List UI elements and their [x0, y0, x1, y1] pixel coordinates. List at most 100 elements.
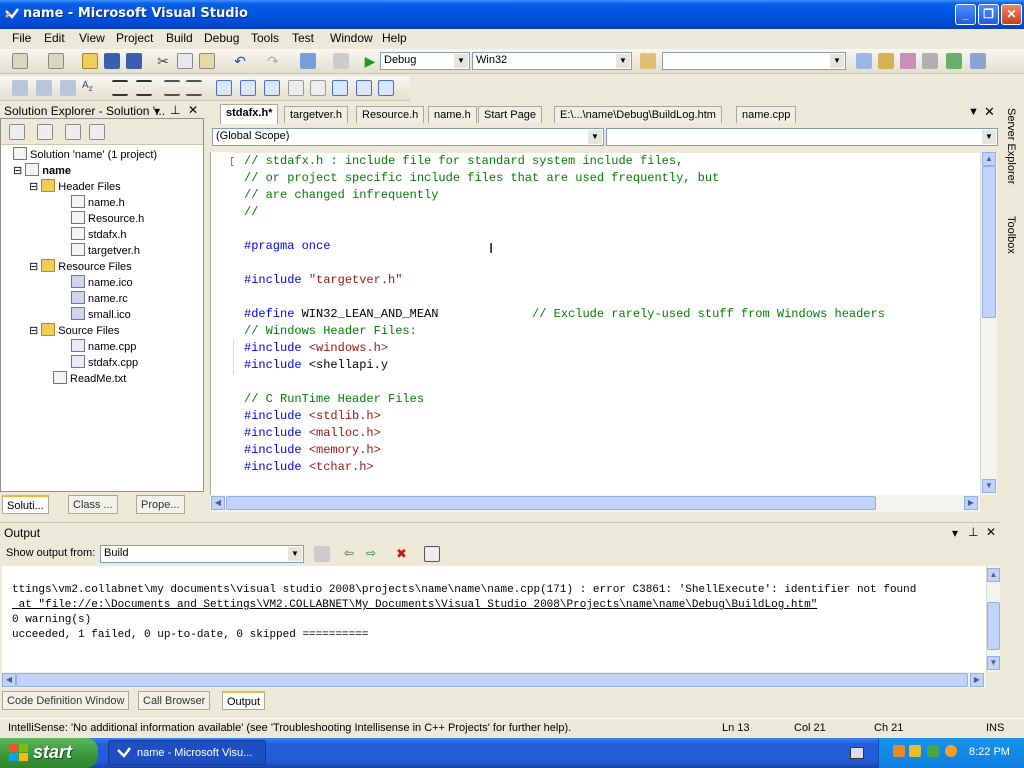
editor-horizontal-scrollbar[interactable]: ◀ ▶	[210, 495, 980, 512]
output-source-select[interactable]: Build ▼	[100, 545, 304, 563]
add-item-icon[interactable]	[48, 53, 64, 69]
previous-bookmark-doc-icon[interactable]	[332, 80, 348, 96]
tree-item-resource-files[interactable]: ⊟ Resource Files	[29, 259, 132, 275]
decrease-indent-icon[interactable]	[112, 80, 128, 96]
undo-icon[interactable]: ↶	[232, 53, 248, 69]
menu-build[interactable]: Build	[164, 31, 195, 45]
comment-lines-icon[interactable]	[164, 80, 180, 96]
scope-select[interactable]: (Global Scope) ▼	[212, 128, 604, 146]
next-bookmark-doc-icon[interactable]	[356, 80, 372, 96]
clock[interactable]: 8:22 PM	[969, 746, 1010, 758]
open-file-icon[interactable]	[82, 53, 98, 69]
minimize-button[interactable]: _	[955, 4, 976, 25]
clear-bookmarks-icon[interactable]	[378, 80, 394, 96]
toolbox-icon[interactable]	[922, 53, 938, 69]
tree-item-project[interactable]: ⊟ name	[13, 163, 71, 179]
toggle-word-wrap-icon[interactable]	[424, 546, 440, 562]
save-icon[interactable]	[104, 53, 120, 69]
menu-project[interactable]: Project	[114, 31, 155, 45]
pin-icon[interactable]: ⊥	[170, 103, 180, 117]
tree-item-readme[interactable]: ReadMe.txt	[53, 371, 126, 387]
dropdown-icon[interactable]: ▾	[154, 104, 160, 118]
tab-output[interactable]: Output	[222, 691, 266, 710]
tree-item-resource-h[interactable]: Resource.h	[71, 211, 144, 227]
tab-properties[interactable]: Prope...	[136, 495, 185, 514]
code-editor[interactable]: // stdafx.h : include file for standard …	[234, 153, 980, 495]
tab-name-cpp[interactable]: name.cpp	[736, 106, 797, 123]
tree-item-name-h[interactable]: name.h	[71, 195, 125, 211]
solution-explorer-icon[interactable]	[878, 53, 894, 69]
scroll-thumb[interactable]	[982, 166, 996, 318]
scroll-thumb[interactable]	[16, 673, 968, 687]
tree-item-name-rc[interactable]: name.rc	[71, 291, 128, 307]
menu-file[interactable]: File	[10, 31, 33, 45]
tab-call-browser[interactable]: Call Browser	[138, 691, 211, 710]
tree-item-small-ico[interactable]: small.ico	[71, 307, 131, 323]
menu-window[interactable]: Window	[328, 31, 375, 45]
output-vertical-scrollbar[interactable]: ▲ ▼	[986, 566, 1000, 672]
tree-item-header-files[interactable]: ⊟ Header Files	[29, 179, 121, 195]
tab-resource-h[interactable]: Resource.h	[356, 106, 425, 123]
security-shield-icon[interactable]	[909, 745, 921, 757]
redo-icon[interactable]: ↷	[265, 53, 281, 69]
copy-icon[interactable]	[177, 53, 193, 69]
find-message-icon[interactable]	[314, 546, 330, 562]
more-windows-icon[interactable]	[970, 53, 986, 69]
scroll-right-icon[interactable]: ▶	[964, 496, 978, 510]
refresh-icon[interactable]	[65, 124, 81, 140]
new-project-icon[interactable]	[12, 53, 28, 69]
title-bar[interactable]: name - Microsoft Visual Studio _ ❐ ✕	[0, 0, 1024, 29]
find-in-files-icon[interactable]	[640, 53, 656, 69]
network-icon[interactable]	[893, 745, 905, 757]
display-object-member-list-icon[interactable]	[12, 80, 28, 96]
solution-platform-select[interactable]: Win32 ▼	[472, 52, 632, 70]
start-page-icon[interactable]	[946, 53, 962, 69]
tab-stdafx-h[interactable]: stdafx.h*	[220, 104, 279, 124]
next-bookmark-icon[interactable]	[264, 80, 280, 96]
tree-item-targetver-h[interactable]: targetver.h	[71, 243, 140, 259]
start-button[interactable]: start	[0, 738, 98, 768]
output-line[interactable]: at "file://e:\Documents and Settings\VM2…	[12, 599, 818, 614]
tree-item-stdafx-cpp[interactable]: stdafx.cpp	[71, 355, 138, 371]
tree-item-name-ico[interactable]: name.ico	[71, 275, 133, 291]
find-icon[interactable]	[856, 53, 872, 69]
output-horizontal-scrollbar[interactable]: ◀ ▶	[2, 672, 986, 688]
toolbox-tab[interactable]: Toolbox	[1005, 216, 1017, 254]
tab-targetver-h[interactable]: targetver.h	[284, 106, 348, 123]
navigate-backward-icon[interactable]	[300, 53, 316, 69]
scroll-left-icon[interactable]: ◀	[211, 496, 225, 510]
scroll-right-icon[interactable]: ▶	[970, 673, 984, 687]
go-next-message-icon[interactable]: ⇨	[366, 546, 382, 562]
active-files-dropdown-icon[interactable]: ▼	[968, 106, 979, 118]
taskbar-item-visual-studio[interactable]: name - Microsoft Visu...	[108, 740, 266, 765]
tab-name-h[interactable]: name.h	[428, 106, 477, 123]
search-icon[interactable]	[945, 745, 957, 757]
tab-buildlog[interactable]: E:\...\name\Debug\BuildLog.htm	[554, 106, 722, 123]
find-combo[interactable]: ▼	[662, 52, 846, 70]
members-select[interactable]: ▼	[606, 128, 998, 146]
complete-word-icon[interactable]: Az	[82, 80, 98, 96]
tree-item-source-files[interactable]: ⊟ Source Files	[29, 323, 119, 339]
previous-bookmark-icon[interactable]	[240, 80, 256, 96]
toggle-bookmark-icon[interactable]	[216, 80, 232, 96]
close-icon[interactable]: ✕	[188, 103, 198, 117]
menu-help[interactable]: Help	[380, 31, 409, 45]
paste-icon[interactable]	[199, 53, 215, 69]
tab-solution-explorer[interactable]: Soluti...	[2, 495, 49, 514]
save-all-icon[interactable]	[126, 53, 142, 69]
menu-tools[interactable]: Tools	[249, 31, 281, 45]
navigate-forward-icon[interactable]	[333, 53, 349, 69]
previous-bookmark-folder-icon[interactable]	[288, 80, 304, 96]
menu-debug[interactable]: Debug	[202, 31, 241, 45]
scroll-up-icon[interactable]: ▲	[987, 568, 1000, 582]
menu-test[interactable]: Test	[290, 31, 316, 45]
scroll-down-icon[interactable]: ▼	[987, 656, 1000, 670]
scroll-up-icon[interactable]: ▲	[982, 152, 996, 166]
restore-button[interactable]: ❐	[978, 4, 999, 25]
editor-vertical-scrollbar[interactable]: ▲ ▼	[980, 152, 997, 495]
clear-all-icon[interactable]: ✖	[396, 546, 412, 562]
tab-class-view[interactable]: Class ...	[68, 495, 118, 514]
close-icon[interactable]: ✕	[986, 525, 996, 539]
tree-item-name-cpp[interactable]: name.cpp	[71, 339, 136, 355]
next-bookmark-folder-icon[interactable]	[310, 80, 326, 96]
